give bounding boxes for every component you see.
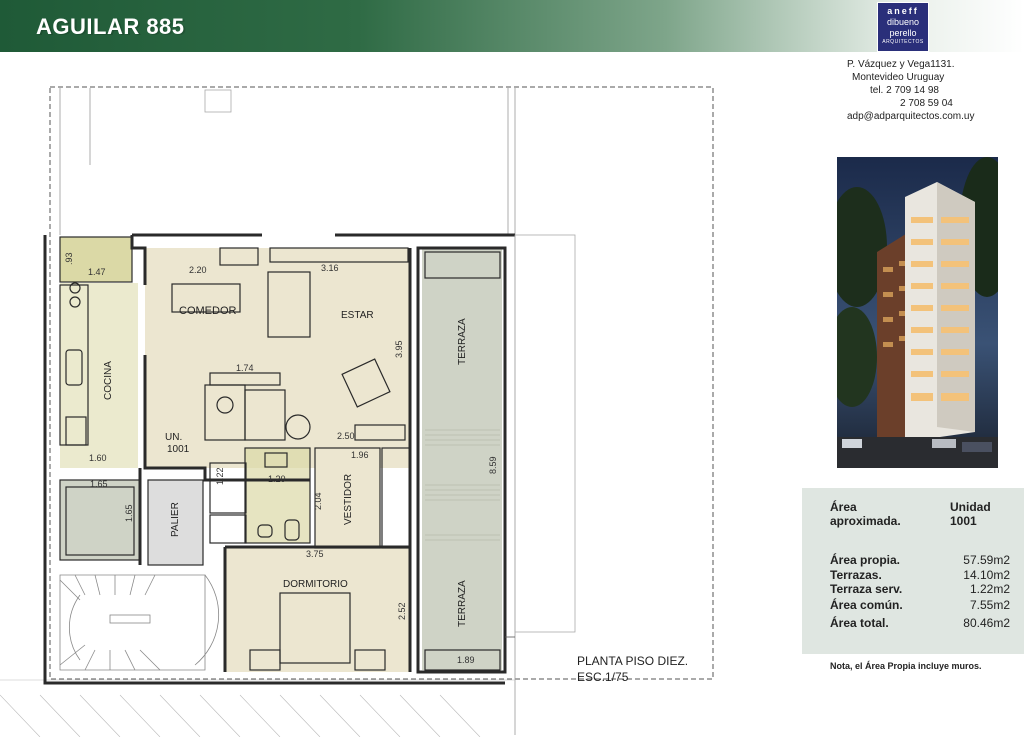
dimension-label: 1.60 — [89, 453, 107, 463]
contact-tel-2: 2 708 59 04 — [900, 98, 953, 109]
room-unidad-number: 1001 — [167, 444, 190, 455]
dimension-label: 2.04 — [313, 492, 323, 510]
dimension-label: 1.74 — [236, 363, 254, 373]
logo-line-2: dibueno — [886, 17, 920, 27]
dimension-label: 2.20 — [189, 265, 207, 275]
area-row-label: Área común. — [830, 598, 903, 612]
plan-caption: PLANTA PISO DIEZ. ESC.1/75 — [577, 653, 688, 685]
plan-caption-scale: ESC.1/75 — [577, 670, 629, 684]
area-row-value: 7.55m2 — [969, 598, 1010, 612]
dimension-label: 1.96 — [351, 450, 369, 460]
area-row-label: Área propia. — [830, 553, 901, 567]
dimension-label: 2.50 — [337, 431, 355, 441]
contact-block: P. Vázquez y Vega1131. Montevideo Urugua… — [830, 58, 990, 123]
floor-plan: COMEDOR ESTAR COCINA UN. 1001 PALIER VES… — [0, 55, 800, 738]
dimension-label: 3.75 — [306, 549, 324, 559]
dimension-label: 3.16 — [321, 263, 339, 273]
room-terraza-bottom: TERRAZA — [457, 580, 468, 627]
area-unit-heading-label: Unidad — [950, 500, 991, 514]
room-estar: ESTAR — [341, 310, 374, 321]
area-note: Nota, el Área Propia incluye muros. — [830, 661, 982, 671]
header-banner: AGUILAR 885 aneff dibueno perello ARQUIT… — [0, 0, 1024, 52]
building-render-image — [837, 157, 998, 468]
logo-line-4: ARQUITECTOS — [882, 39, 924, 45]
dimension-label: 1.20 — [268, 474, 286, 484]
area-heading-label: Área aproximada. — [830, 500, 901, 528]
contact-address-1: P. Vázquez y Vega1131. — [847, 59, 955, 70]
room-palier: PALIER — [170, 502, 181, 537]
area-row-value: 14.10m2 — [963, 568, 1010, 582]
area-row-label: Área total. — [830, 616, 889, 630]
area-unit-heading: Unidad 1001 — [950, 500, 1006, 528]
dimension-label: 1.22 — [215, 467, 225, 485]
area-row: Terrazas. 14.10m2 — [830, 568, 1010, 582]
dimension-label: .93 — [64, 252, 74, 265]
contact-tel-1: tel. 2 709 14 98 — [870, 85, 939, 96]
room-cocina: COCINA — [103, 361, 114, 400]
area-row-label: Terraza serv. — [830, 582, 903, 596]
dimension-label: 3.95 — [394, 340, 404, 358]
dimension-label: 1.65 — [90, 479, 108, 489]
area-row-value: 80.46m2 — [963, 616, 1010, 630]
room-dormitorio: DORMITORIO — [283, 579, 348, 590]
area-row: Área común. 7.55m2 — [830, 598, 1010, 612]
contact-email[interactable]: adp@adparquitectos.com.uy — [830, 110, 990, 123]
room-vestidor: VESTIDOR — [343, 473, 354, 525]
dimension-label: 1.89 — [457, 655, 475, 665]
dimension-label: 1.47 — [88, 267, 106, 277]
dimension-label: 1.65 — [124, 504, 134, 522]
area-summary-panel: Área aproximada. Unidad 1001 Área propia… — [802, 488, 1024, 654]
area-row-value: 57.59m2 — [963, 553, 1010, 567]
floor-plan-drawing — [0, 86, 714, 738]
plan-caption-title: PLANTA PISO DIEZ. — [577, 654, 689, 668]
logo-line-3: perello — [889, 28, 917, 38]
area-row-value: 1.22m2 — [969, 582, 1010, 596]
area-row: Área total. 80.46m2 — [830, 616, 1010, 630]
area-row: Terraza serv. 1.22m2 — [830, 582, 1010, 596]
area-row-label: Terrazas. — [830, 568, 882, 582]
page-title: AGUILAR 885 — [36, 14, 185, 39]
room-comedor: COMEDOR — [179, 305, 237, 317]
room-unidad: UN. — [165, 432, 183, 443]
architects-logo: aneff dibueno perello ARQUITECTOS — [877, 2, 929, 52]
room-terraza-top: TERRAZA — [457, 318, 468, 365]
area-row: Área propia. 57.59m2 — [830, 553, 1010, 567]
logo-line-1: aneff — [887, 6, 919, 16]
dimension-label: 8.59 — [488, 456, 498, 474]
contact-address-2: Montevideo Uruguay — [852, 72, 945, 83]
dimension-label: 2.52 — [397, 602, 407, 620]
area-unit-heading-value: 1001 — [950, 514, 977, 528]
